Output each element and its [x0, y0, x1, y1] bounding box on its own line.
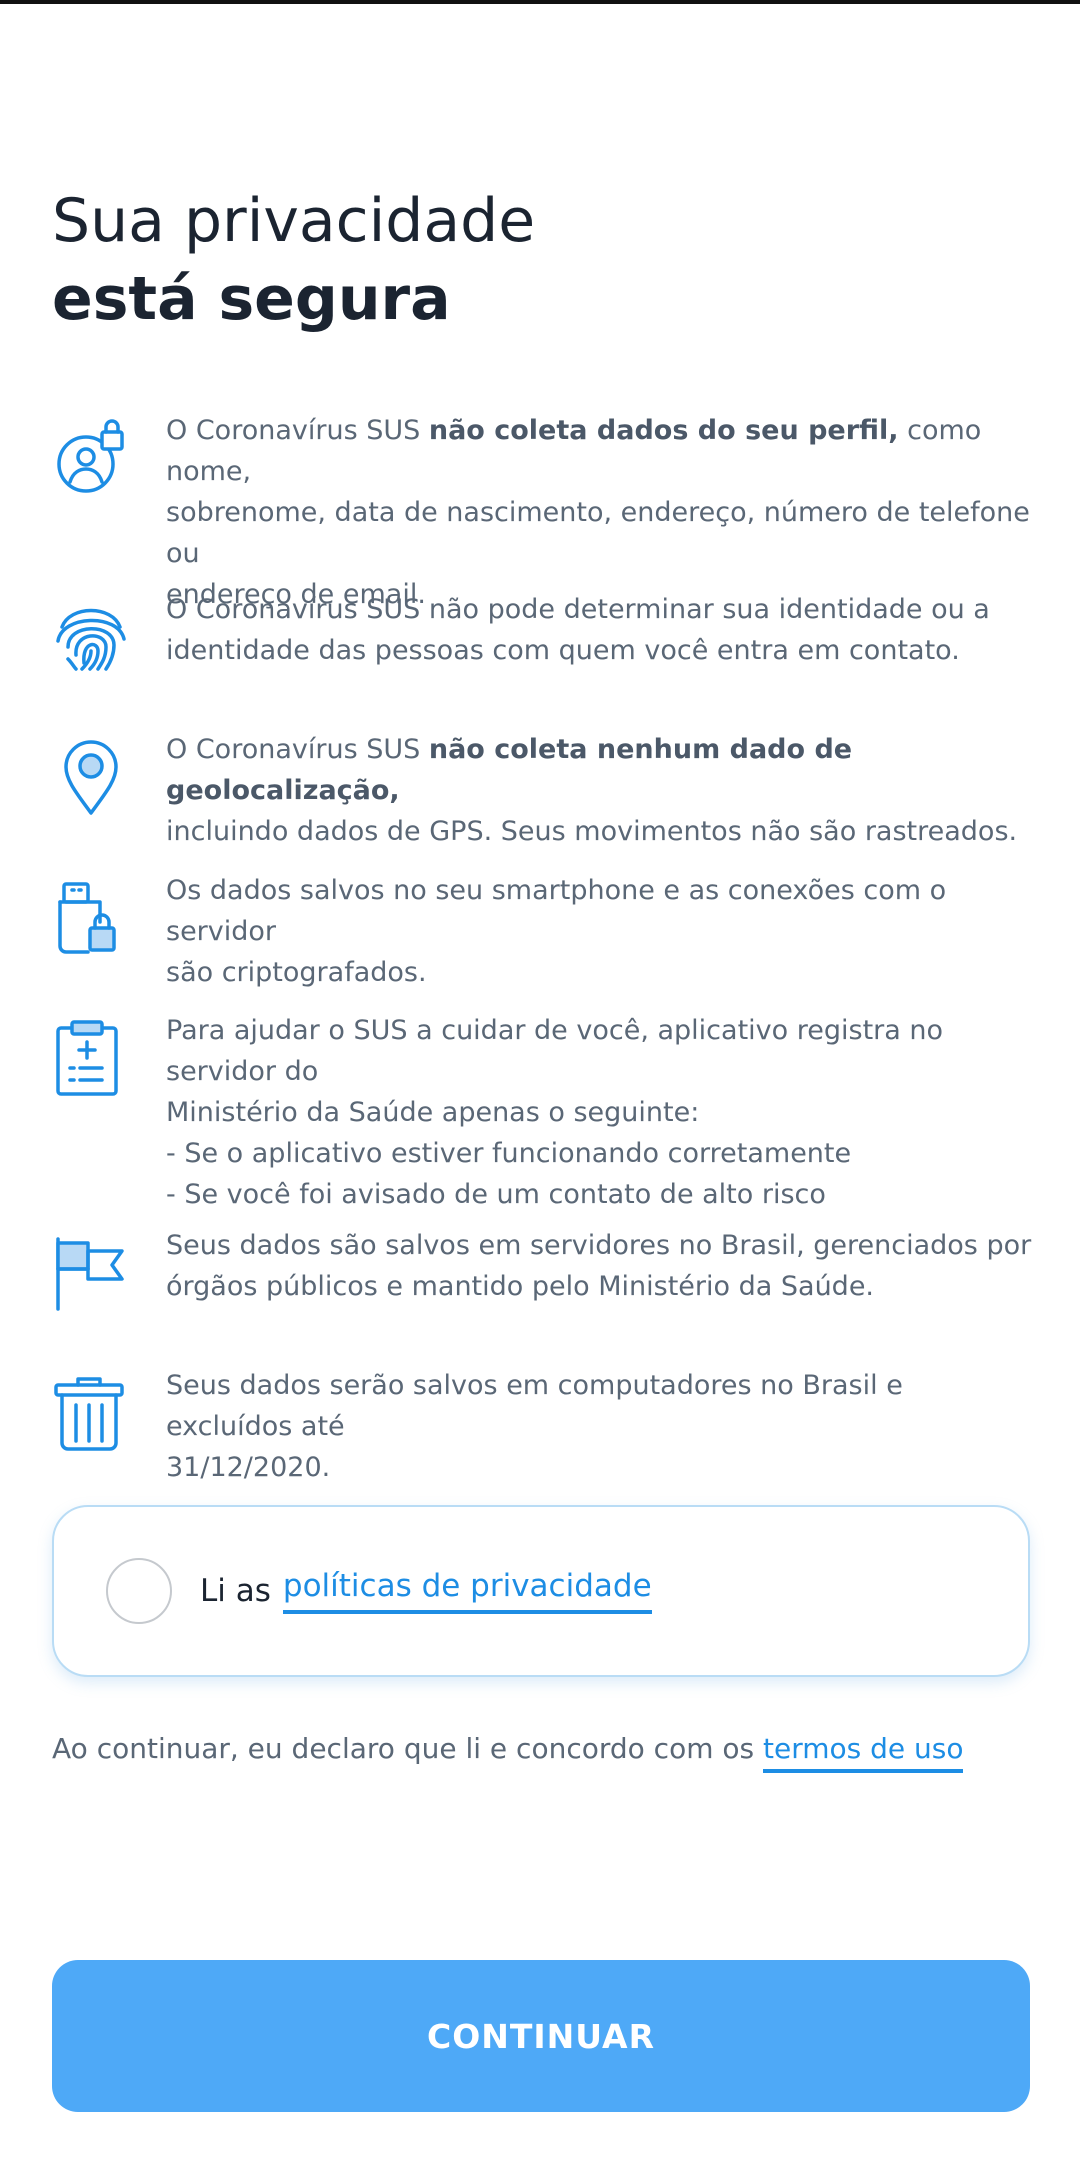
privacy-item-text: Para ajudar o SUS a cuidar de você, apli…	[166, 1010, 1032, 1215]
privacy-item-server-data: Para ajudar o SUS a cuidar de você, apli…	[52, 1010, 1032, 1215]
privacy-item-servers-brazil: Seus dados são salvos em servidores no B…	[52, 1225, 1032, 1311]
terms-text: Ao continuar, eu declaro que li e concor…	[52, 1732, 755, 1765]
item-text: órgãos públicos e mantido pelo Ministéri…	[166, 1271, 875, 1302]
privacy-item-identity: O Coronavírus SUS não pode determinar su…	[52, 589, 1032, 675]
item-text: O Coronavírus SUS	[166, 415, 429, 446]
item-text: - Se o aplicativo estiver funcionando co…	[166, 1138, 852, 1169]
item-text: identidade das pessoas com quem você ent…	[166, 635, 960, 666]
item-text: O Coronavírus SUS	[166, 734, 429, 765]
item-text: são criptografados.	[166, 957, 427, 988]
usb-lock-icon	[52, 878, 130, 956]
privacy-item-encryption: Os dados salvos no seu smartphone e as c…	[52, 870, 1032, 993]
item-text: O Coronavírus SUS não pode determinar su…	[166, 594, 990, 625]
top-edge-line	[0, 0, 1080, 4]
privacy-policy-link[interactable]: políticas de privacidade	[282, 1568, 652, 1614]
item-text: Os dados salvos no seu smartphone e as c…	[166, 875, 947, 947]
item-text-bold: não coleta dados do seu perfil,	[428, 415, 899, 446]
privacy-item-text: Os dados salvos no seu smartphone e as c…	[166, 870, 1032, 993]
privacy-screen: Sua privacidade está segura O Coronavíru…	[0, 0, 1080, 2162]
fingerprint-icon	[52, 597, 130, 675]
item-text: Ministério da Saúde apenas o seguinte:	[166, 1097, 700, 1128]
item-text: incluindo dados de GPS. Seus movimentos …	[166, 816, 1018, 847]
clipboard-medical-icon	[52, 1018, 130, 1096]
location-pin-icon	[52, 737, 130, 815]
privacy-item-geolocation: O Coronavírus SUS não coleta nenhum dado…	[52, 729, 1032, 852]
flag-icon	[52, 1233, 130, 1311]
trash-icon	[52, 1373, 130, 1451]
item-text: Seus dados são salvos em servidores no B…	[166, 1230, 1032, 1261]
item-text: 31/12/2020.	[166, 1452, 331, 1483]
privacy-item-text: Seus dados serão salvos em computadores …	[166, 1365, 1032, 1488]
item-text: Para ajudar o SUS a cuidar de você, apli…	[166, 1015, 944, 1087]
privacy-consent-card[interactable]: Li as políticas de privacidade	[52, 1505, 1030, 1677]
item-text: - Se você foi avisado de um contato de a…	[166, 1179, 826, 1210]
item-text: Seus dados serão salvos em computadores …	[166, 1370, 903, 1442]
privacy-consent-label: Li as	[200, 1573, 271, 1609]
page-title-line1: Sua privacidade	[52, 186, 536, 256]
privacy-item-deletion: Seus dados serão salvos em computadores …	[52, 1365, 1032, 1488]
continue-button[interactable]: CONTINUAR	[52, 1960, 1030, 2112]
page-title-line2: está segura	[52, 264, 451, 334]
terms-of-use-link[interactable]: termos de uso	[763, 1732, 964, 1773]
privacy-consent-radio[interactable]	[106, 1558, 172, 1624]
page-title: Sua privacidade está segura	[52, 182, 535, 338]
item-text: sobrenome, data de nascimento, endereço,…	[166, 497, 1030, 569]
terms-statement: Ao continuar, eu declaro que li e concor…	[52, 1732, 964, 1773]
user-lock-icon	[52, 418, 130, 496]
privacy-item-text: Seus dados são salvos em servidores no B…	[166, 1225, 1031, 1311]
privacy-item-text: O Coronavírus SUS não coleta nenhum dado…	[166, 729, 1032, 852]
privacy-item-text: O Coronavírus SUS não coleta dados do se…	[166, 410, 1032, 615]
privacy-item-text: O Coronavírus SUS não pode determinar su…	[166, 589, 990, 675]
privacy-item-profile: O Coronavírus SUS não coleta dados do se…	[52, 410, 1032, 615]
